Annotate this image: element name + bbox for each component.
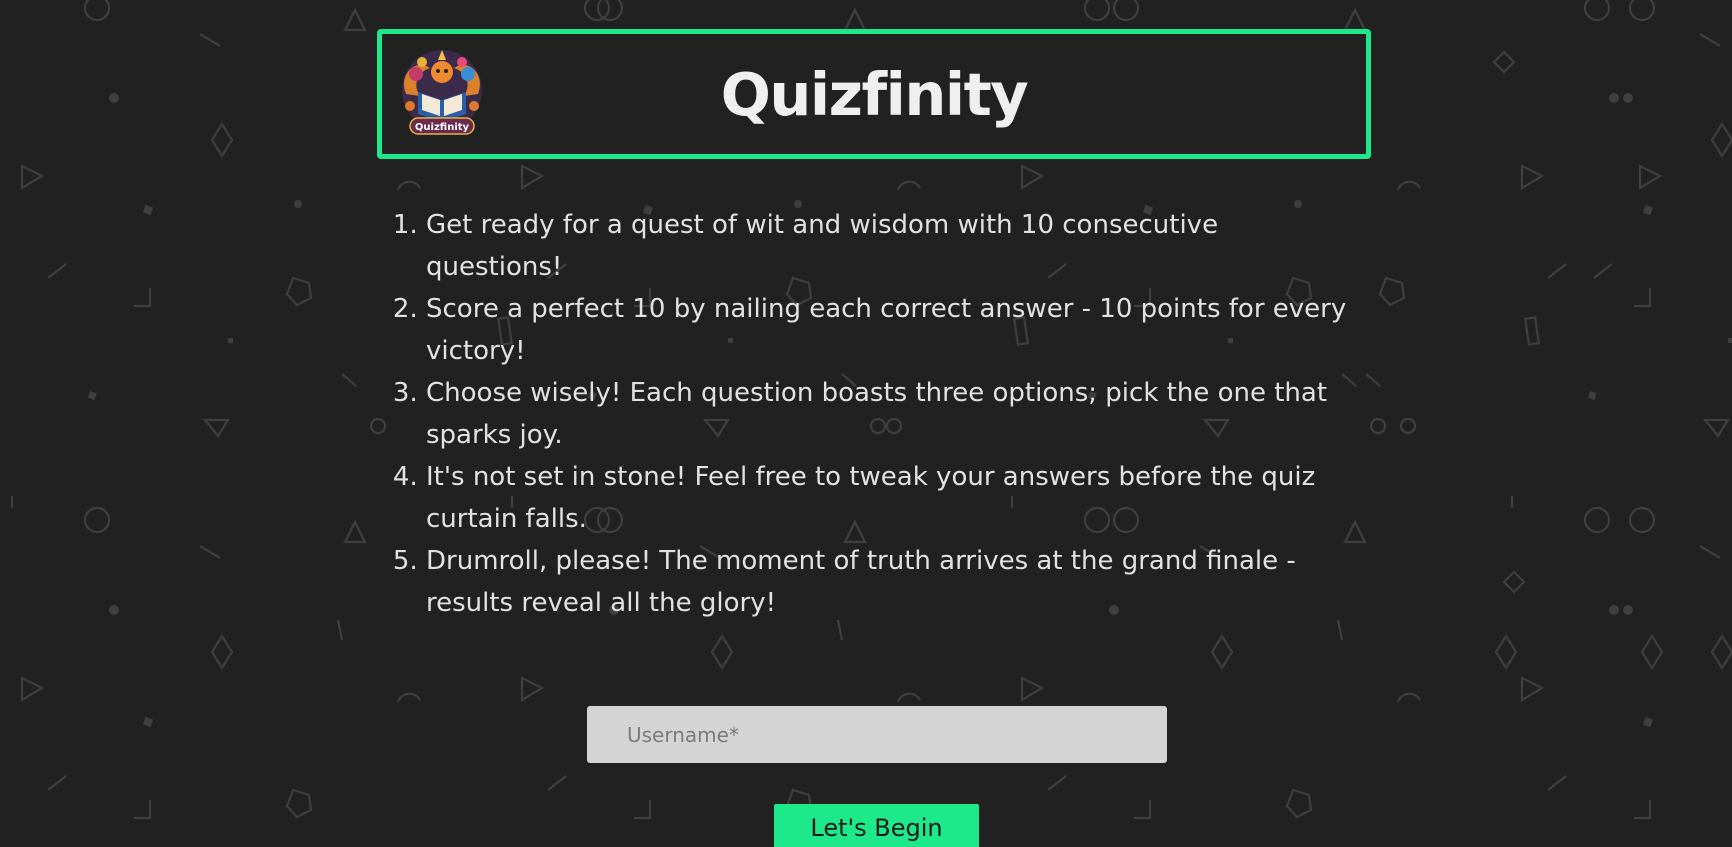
rules-list: Get ready for a quest of wit and wisdom … [380, 204, 1360, 624]
rule-item: Score a perfect 10 by nailing each corre… [426, 288, 1360, 372]
lets-begin-button[interactable]: Let's Begin [774, 804, 979, 847]
app-header: Quizfinity Quizfinity [377, 29, 1371, 159]
rule-item: Get ready for a quest of wit and wisdom … [426, 204, 1360, 288]
rule-item: Drumroll, please! The moment of truth ar… [426, 540, 1360, 624]
username-input[interactable] [587, 706, 1167, 763]
page-title: Quizfinity [720, 60, 1029, 129]
rule-item: Choose wisely! Each question boasts thre… [426, 372, 1360, 456]
rule-item: It's not set in stone! Feel free to twea… [426, 456, 1360, 540]
